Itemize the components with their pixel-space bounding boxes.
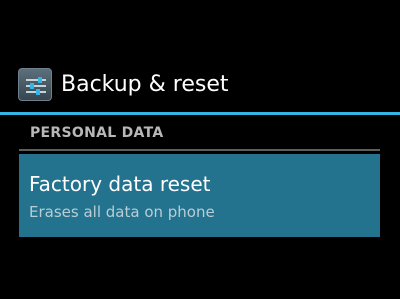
page-title: Backup & reset [61, 72, 229, 97]
action-bar-divider [0, 112, 400, 115]
section-header-personal-data: PERSONAL DATA [30, 125, 164, 141]
list-item-summary: Erases all data on phone [29, 203, 215, 221]
list-item-title: Factory data reset [29, 172, 211, 196]
section-divider [19, 149, 380, 151]
factory-data-reset-item[interactable]: Factory data reset Erases all data on ph… [19, 154, 380, 237]
action-bar: Backup & reset [0, 58, 400, 112]
settings-sliders-icon[interactable] [18, 68, 52, 101]
settings-screen: Backup & reset PERSONAL DATA Factory dat… [0, 0, 400, 299]
